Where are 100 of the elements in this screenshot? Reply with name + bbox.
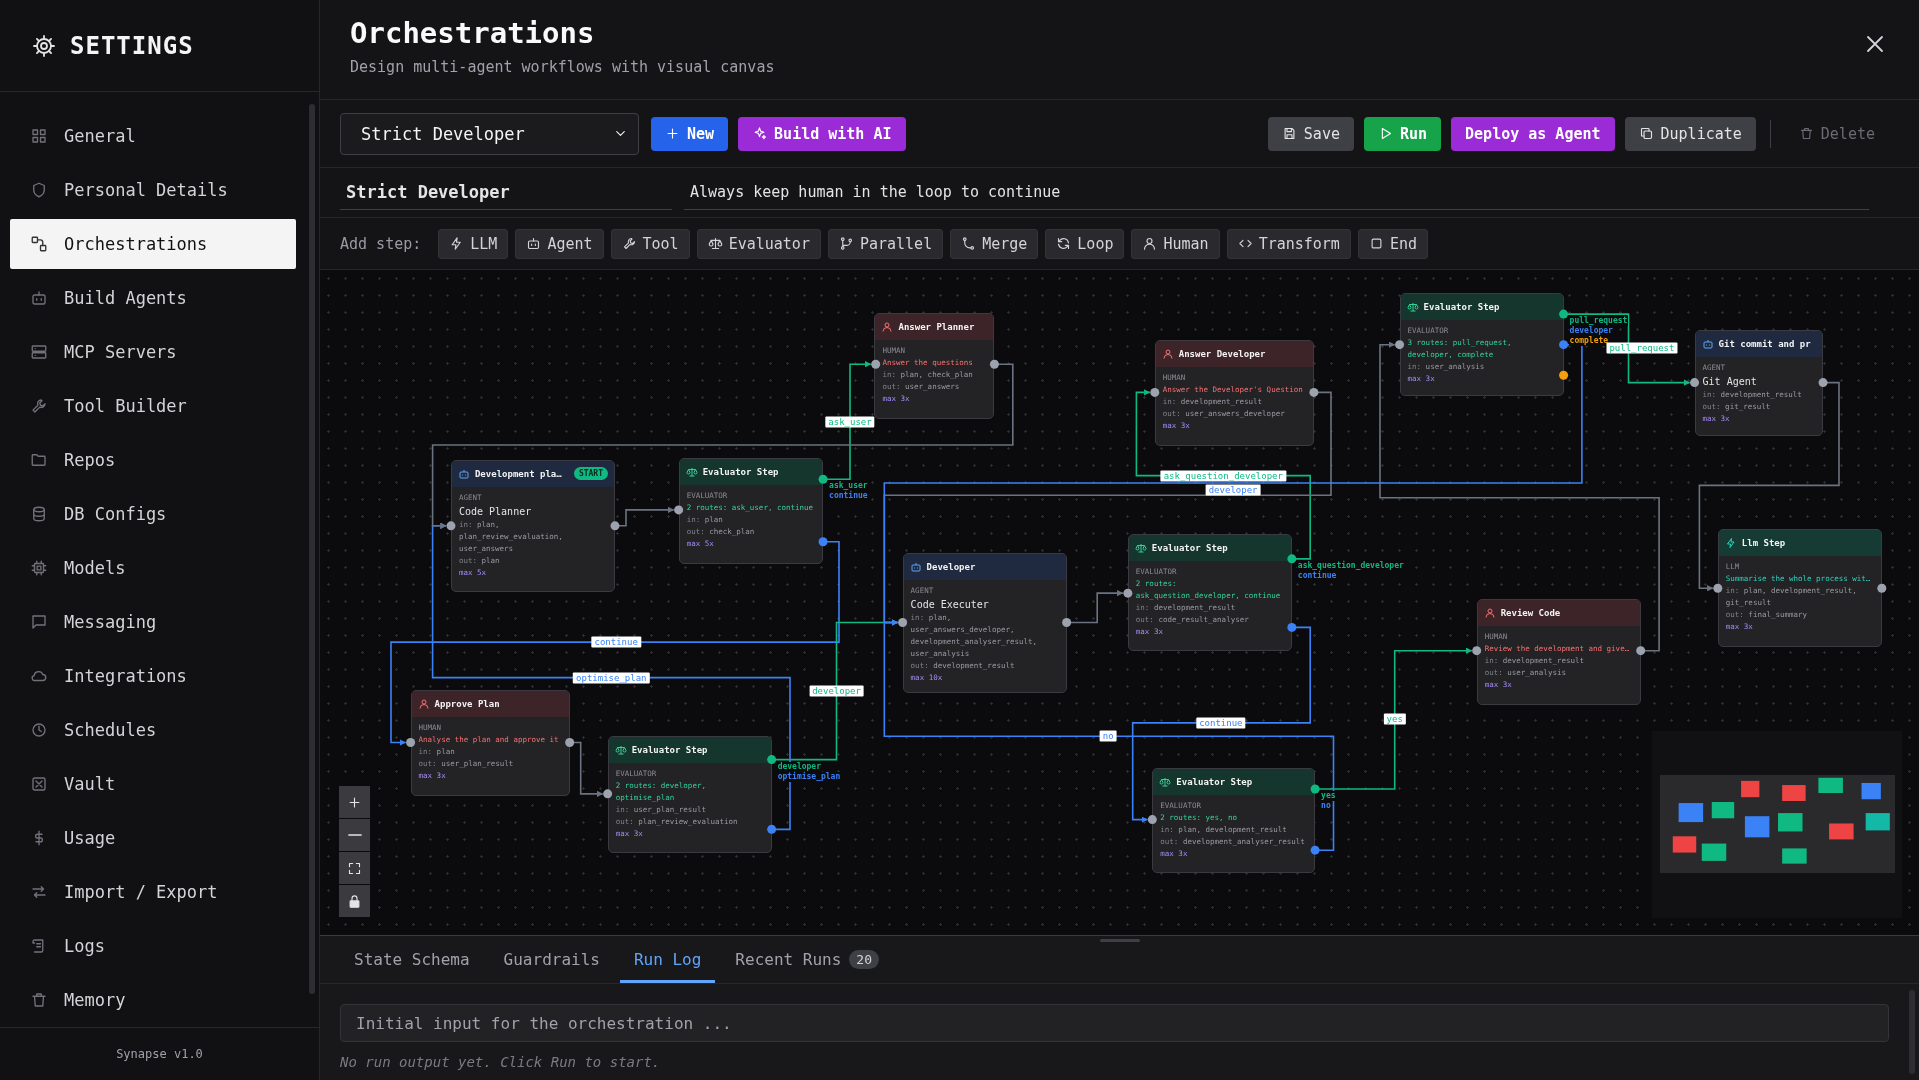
- connection-port[interactable]: [610, 521, 620, 531]
- fit-view-button[interactable]: [339, 852, 370, 884]
- tab-label: Guardrails: [503, 950, 600, 969]
- sidebar-item[interactable]: General: [10, 111, 296, 161]
- connection-port[interactable]: [1877, 583, 1887, 593]
- add-step-button[interactable]: Merge: [950, 228, 1039, 259]
- add-step-button[interactable]: Tool: [610, 228, 690, 259]
- sidebar-item[interactable]: Integrations: [10, 651, 296, 701]
- connection-port[interactable]: [674, 505, 684, 515]
- wrench-icon: [30, 397, 48, 415]
- sidebar-item[interactable]: Usage: [10, 813, 296, 863]
- sidebar-item[interactable]: Tool Builder: [10, 381, 296, 431]
- duplicate-button[interactable]: Duplicate: [1624, 116, 1756, 151]
- connection-port[interactable]: [1287, 554, 1297, 564]
- connection-port[interactable]: [818, 474, 828, 484]
- person-icon: [417, 697, 430, 710]
- sidebar-item[interactable]: Orchestrations: [10, 219, 296, 269]
- sidebar-item[interactable]: MCP Servers: [10, 327, 296, 377]
- sidebar-item[interactable]: Personal Details: [10, 165, 296, 215]
- connection-port[interactable]: [1147, 815, 1157, 825]
- sidebar-item[interactable]: Vault: [10, 759, 296, 809]
- add-step-button[interactable]: LLM: [438, 228, 509, 259]
- connection-port[interactable]: [1818, 378, 1828, 388]
- connection-port[interactable]: [818, 537, 828, 547]
- panel-tab[interactable]: Recent Runs 20: [721, 943, 893, 983]
- save-button[interactable]: Save: [1267, 116, 1354, 151]
- connection-port[interactable]: [406, 737, 416, 747]
- connection-port[interactable]: [1559, 370, 1569, 380]
- connection-port[interactable]: [1690, 378, 1700, 388]
- connection-port[interactable]: [767, 755, 777, 765]
- node-title: Evaluator Step: [702, 467, 780, 478]
- connection-port[interactable]: [1559, 309, 1569, 319]
- deploy-button[interactable]: Deploy as Agent: [1451, 116, 1615, 151]
- route-label: optimise_plan: [776, 771, 842, 782]
- clock-icon: [30, 721, 48, 739]
- panel-tab[interactable]: Run Log: [619, 943, 716, 983]
- zoom-out-button[interactable]: [339, 819, 370, 851]
- lock-icon: [347, 893, 362, 909]
- sidebar-item[interactable]: Logs: [10, 921, 296, 971]
- add-step-label: Add step:: [340, 234, 422, 253]
- new-button[interactable]: New: [651, 116, 729, 151]
- add-step-button[interactable]: End: [1357, 228, 1428, 259]
- scales-icon: [614, 744, 627, 757]
- robot-icon: [1701, 337, 1714, 350]
- shield-icon: [30, 181, 48, 199]
- connection-port[interactable]: [1287, 622, 1297, 632]
- empty-state-text: No run output yet. Click Run to start.: [340, 1054, 662, 1070]
- connection-port[interactable]: [1310, 784, 1320, 794]
- connection-port[interactable]: [1123, 588, 1133, 598]
- add-step-button[interactable]: Agent: [515, 228, 604, 259]
- connection-port[interactable]: [898, 618, 908, 627]
- connection-port[interactable]: [1062, 618, 1072, 627]
- add-step-button[interactable]: Parallel: [827, 228, 944, 259]
- sidebar-item[interactable]: Messaging: [10, 597, 296, 647]
- tab-label: Run Log: [633, 950, 702, 969]
- edge-label: yes: [1383, 713, 1406, 725]
- lock-button[interactable]: [339, 885, 370, 917]
- panel-tab[interactable]: State Schema: [340, 943, 484, 983]
- connection-port[interactable]: [1309, 387, 1319, 397]
- add-step-button[interactable]: Evaluator: [696, 228, 821, 259]
- sidebar-item[interactable]: Build Agents: [10, 273, 296, 323]
- connection-port[interactable]: [989, 359, 999, 369]
- build-with-ai-button[interactable]: Build with AI: [738, 116, 906, 151]
- connection-port[interactable]: [871, 359, 881, 369]
- connection-port[interactable]: [446, 521, 456, 531]
- connection-port[interactable]: [1395, 340, 1405, 350]
- description-field[interactable]: Always keep human in the loop to continue: [684, 175, 1869, 210]
- connection-port[interactable]: [1713, 583, 1723, 593]
- input-field[interactable]: Initial input for the orchestration ...: [340, 1004, 1889, 1042]
- panel-tab[interactable]: Guardrails: [489, 943, 614, 983]
- add-step-button[interactable]: Transform: [1226, 228, 1351, 259]
- add-step-button[interactable]: Human: [1131, 228, 1220, 259]
- server-icon: [30, 343, 48, 361]
- sidebar-item[interactable]: Repos: [10, 435, 296, 485]
- settings-icon: [32, 33, 56, 58]
- scrollbar[interactable]: [309, 104, 315, 994]
- minimap[interactable]: [1652, 731, 1902, 918]
- connection-port[interactable]: [1559, 340, 1569, 350]
- preset-select[interactable]: Strict Developer: [340, 112, 639, 155]
- connection-port[interactable]: [1310, 845, 1320, 855]
- connection-port[interactable]: [767, 824, 777, 834]
- sidebar-item[interactable]: Models: [10, 543, 296, 593]
- sidebar-item[interactable]: Schedules: [10, 705, 296, 755]
- page-subtitle: Design multi-agent workflows with visual canvas: [350, 58, 775, 76]
- connection-port[interactable]: [565, 737, 575, 747]
- sidebar-item[interactable]: DB Configs: [10, 489, 296, 539]
- grid-icon: [30, 127, 48, 145]
- sidebar-item[interactable]: Import / Export: [10, 867, 296, 917]
- robot-icon: [30, 289, 48, 307]
- name-field[interactable]: Strict Developer: [340, 175, 672, 210]
- loop-icon: [1056, 236, 1072, 251]
- connection-port[interactable]: [1150, 387, 1160, 397]
- add-step-button[interactable]: Loop: [1045, 228, 1125, 259]
- resize-handle[interactable]: [1100, 939, 1140, 942]
- node-title: Development pla…: [474, 468, 563, 479]
- connection-port[interactable]: [1472, 646, 1482, 656]
- database-icon: [30, 505, 48, 523]
- connection-port[interactable]: [603, 789, 613, 799]
- connection-port[interactable]: [1636, 646, 1646, 656]
- sidebar-item[interactable]: Memory: [10, 975, 296, 1025]
